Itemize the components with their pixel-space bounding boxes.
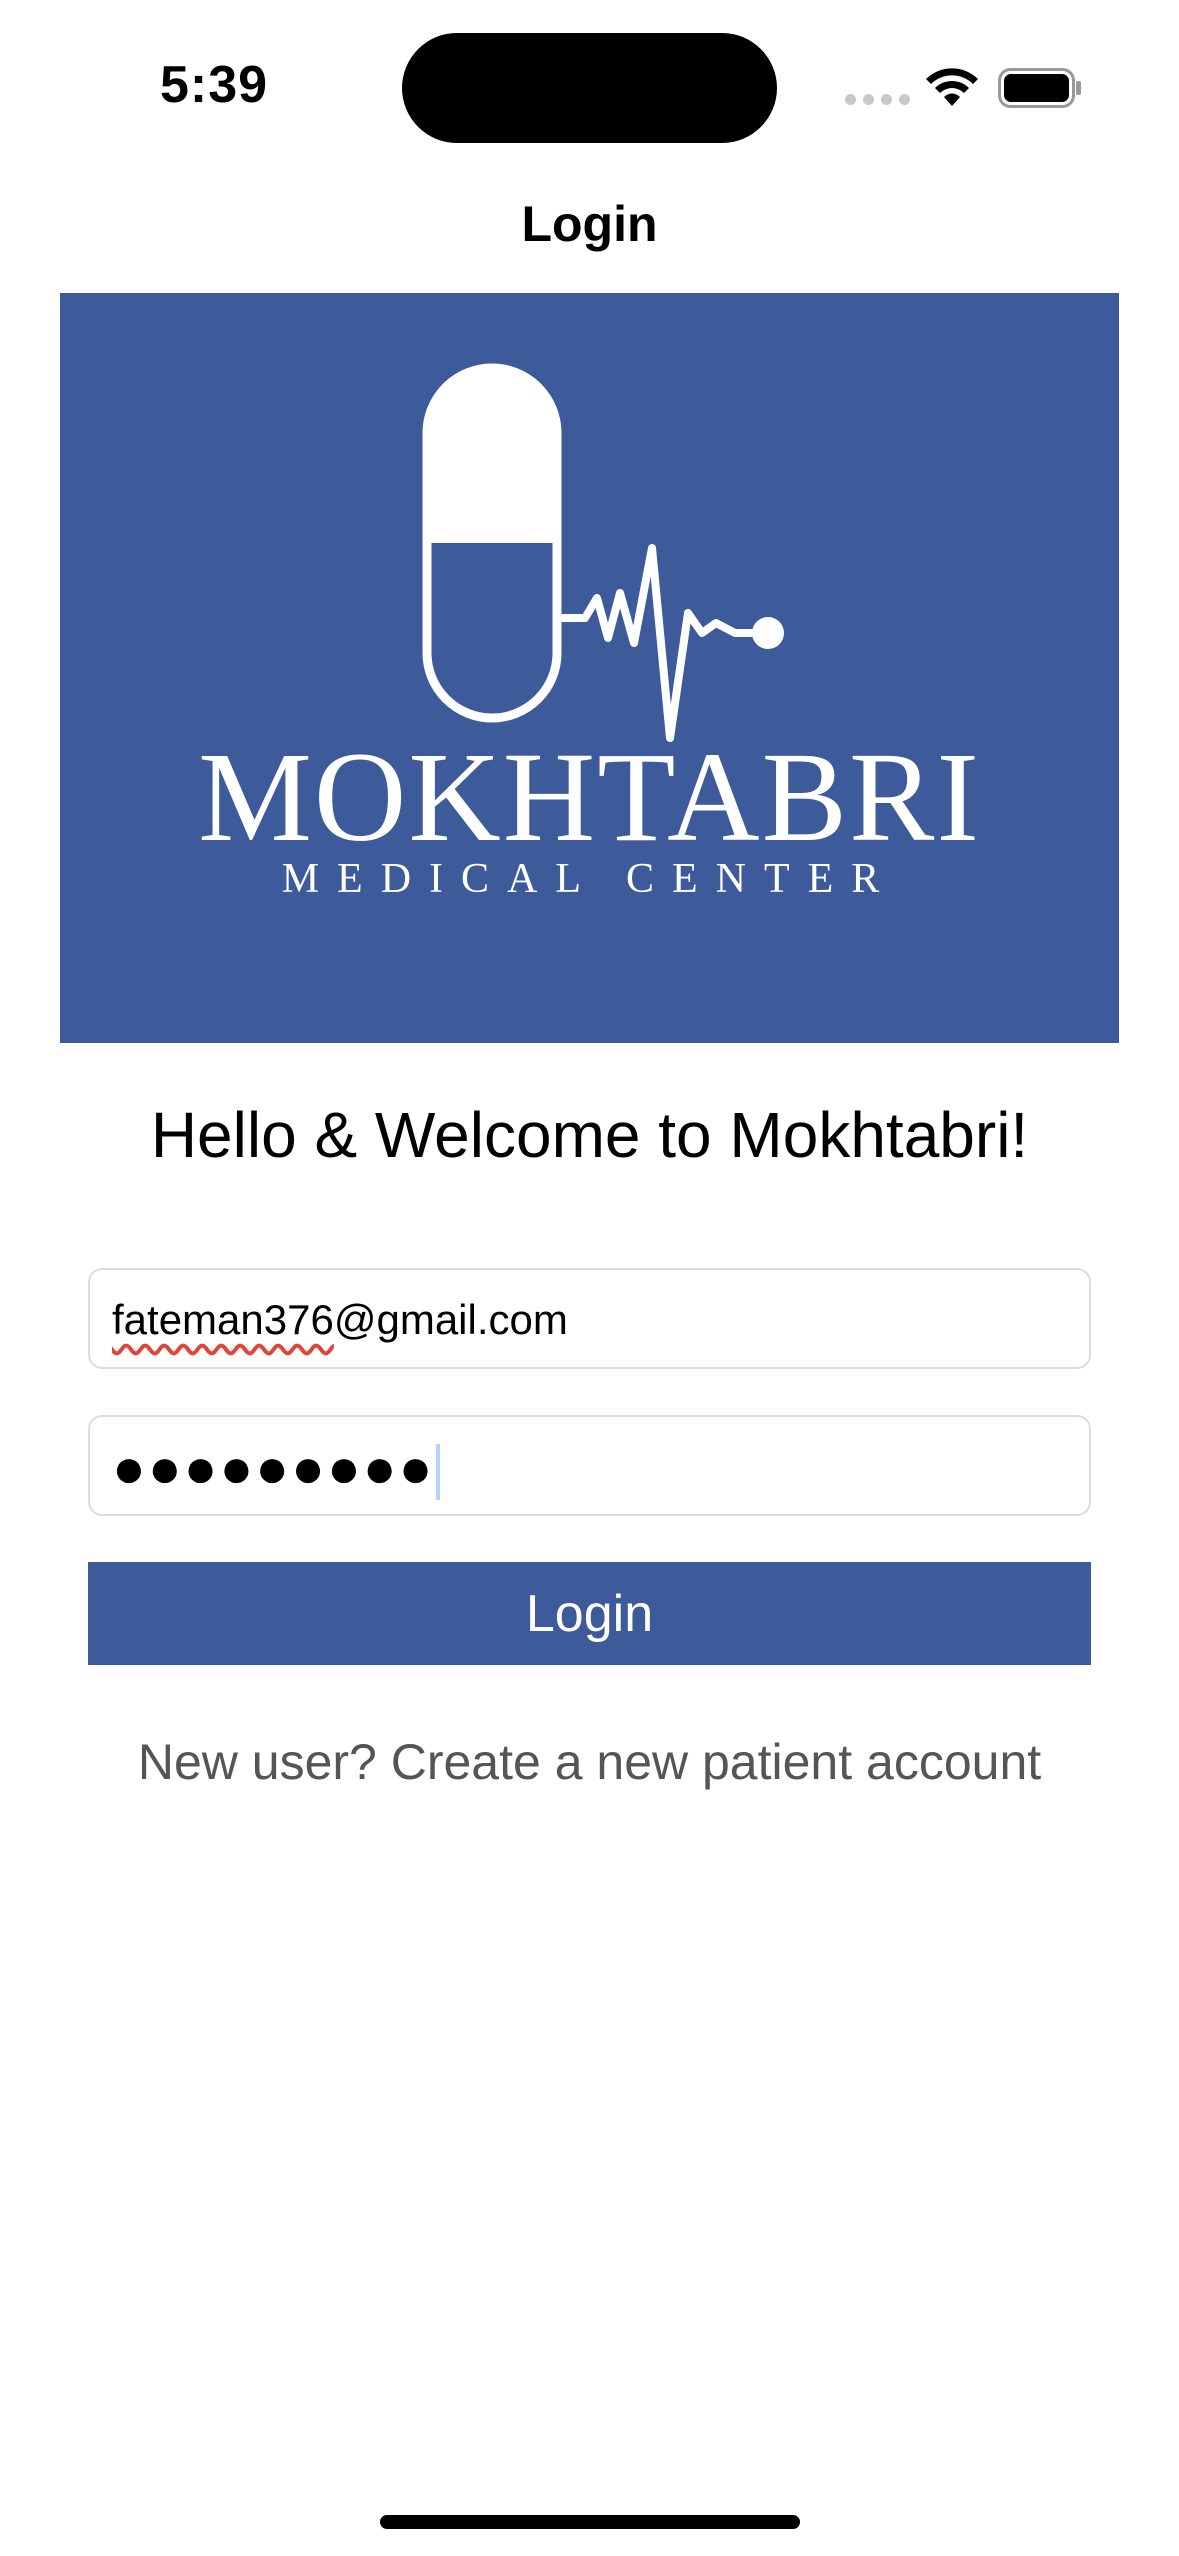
email-value: fateman376@gmail.com (112, 1296, 568, 1344)
pill-heartbeat-logo-icon (422, 363, 784, 742)
email-value-misspelled: fateman376 (112, 1296, 334, 1343)
password-masked: ●●●●●●●●● (112, 1436, 435, 1499)
home-indicator[interactable] (380, 2515, 800, 2529)
wifi-icon (926, 68, 978, 106)
dynamic-island (402, 33, 777, 143)
welcome-heading: Hello & Welcome to Mokhtabri! (150, 1099, 1029, 1171)
text-caret (436, 1444, 441, 1501)
create-account-link[interactable]: New user? Create a new patient account (0, 1733, 1179, 1791)
status-bar: 5:39 (0, 0, 1179, 180)
login-button[interactable]: Login (88, 1562, 1091, 1665)
brand-name: MOKHTABRI (198, 726, 981, 868)
signal-dots-icon (845, 94, 910, 105)
logo-banner: MOKHTABRI MEDICAL CENTER (60, 293, 1119, 1043)
page-title: Login (521, 196, 658, 252)
email-field[interactable]: fateman376@gmail.com (88, 1268, 1091, 1369)
email-value-domain: @gmail.com (333, 1296, 568, 1343)
password-value: ●●●●●●●●● (112, 1435, 441, 1501)
status-time: 5:39 (160, 56, 269, 114)
battery-icon (998, 68, 1081, 108)
brand-subtitle: MEDICAL CENTER (281, 856, 898, 902)
password-field[interactable]: ●●●●●●●●● (88, 1415, 1091, 1516)
